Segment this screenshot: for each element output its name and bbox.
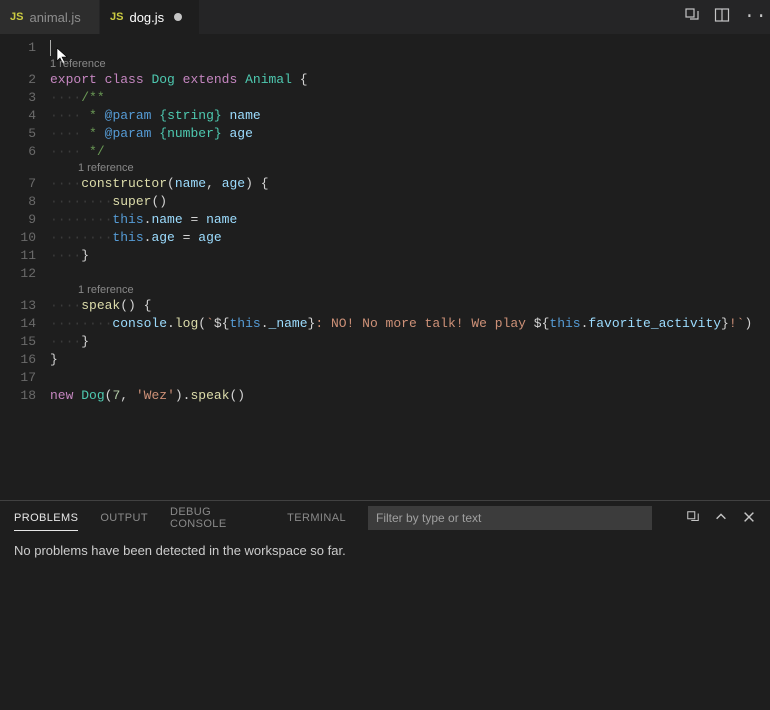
more-actions-icon[interactable]: ···	[744, 9, 760, 25]
tab-output[interactable]: OUTPUT	[100, 512, 148, 524]
tab-terminal[interactable]: TERMINAL	[287, 512, 346, 524]
code-line	[50, 369, 770, 387]
code-line: ········this.name = name	[50, 211, 770, 229]
tab-actions: ···	[674, 0, 770, 34]
code-line: ···· * @param {string} name	[50, 107, 770, 125]
code-line: ····}	[50, 247, 770, 265]
codelens[interactable]: 1 reference	[50, 283, 770, 297]
close-panel-icon[interactable]	[742, 510, 756, 527]
code-line: ····/**	[50, 89, 770, 107]
js-icon: JS	[110, 11, 123, 23]
code-line: new Dog(7, 'Wez').speak()	[50, 387, 770, 405]
split-editor-icon[interactable]	[714, 7, 730, 27]
code-line: }	[50, 351, 770, 369]
collapse-all-icon[interactable]	[686, 510, 700, 527]
code-editor[interactable]: 1 2 3 4 5 6 7 8 9 10 11 12 13 14 15 16 1…	[0, 35, 770, 500]
maximize-panel-icon[interactable]	[714, 510, 728, 527]
js-icon: JS	[10, 11, 23, 23]
code-line	[50, 39, 770, 57]
bottom-panel: PROBLEMS OUTPUT DEBUG CONSOLE TERMINAL N…	[0, 500, 770, 710]
compare-changes-icon[interactable]	[684, 7, 700, 27]
tab-debug-console[interactable]: DEBUG CONSOLE	[170, 506, 265, 530]
tab-label: animal.js	[29, 10, 80, 25]
code-line: ···· * @param {number} age	[50, 125, 770, 143]
problems-filter	[368, 506, 652, 530]
code-line: ···· */	[50, 143, 770, 161]
line-number-gutter: 1 2 3 4 5 6 7 8 9 10 11 12 13 14 15 16 1…	[0, 39, 50, 500]
codelens[interactable]: 1 reference	[50, 161, 770, 175]
problems-body: No problems have been detected in the wo…	[0, 535, 770, 710]
code-line	[50, 265, 770, 283]
tab-problems[interactable]: PROBLEMS	[14, 512, 78, 531]
code-line: ········super()	[50, 193, 770, 211]
code-line: ····constructor(name, age) {	[50, 175, 770, 193]
codelens[interactable]: 1 reference	[50, 57, 770, 71]
tab-dog-js[interactable]: JS dog.js	[100, 0, 200, 34]
code-line: ····}	[50, 333, 770, 351]
dirty-indicator-icon	[174, 13, 182, 21]
tab-animal-js[interactable]: JS animal.js	[0, 0, 100, 34]
problems-empty-message: No problems have been detected in the wo…	[14, 543, 346, 558]
editor-tab-bar: JS animal.js JS dog.js ···	[0, 0, 770, 35]
text-cursor	[50, 40, 51, 56]
code-line: ····speak() {	[50, 297, 770, 315]
panel-tab-bar: PROBLEMS OUTPUT DEBUG CONSOLE TERMINAL	[0, 501, 770, 535]
filter-input[interactable]	[368, 506, 652, 530]
code-line: export class Dog extends Animal {	[50, 71, 770, 89]
code-content[interactable]: 1 reference export class Dog extends Ani…	[50, 39, 770, 500]
code-line: ········this.age = age	[50, 229, 770, 247]
code-line: ········console.log(`${this._name}: NO! …	[50, 315, 770, 333]
tab-label: dog.js	[129, 10, 164, 25]
